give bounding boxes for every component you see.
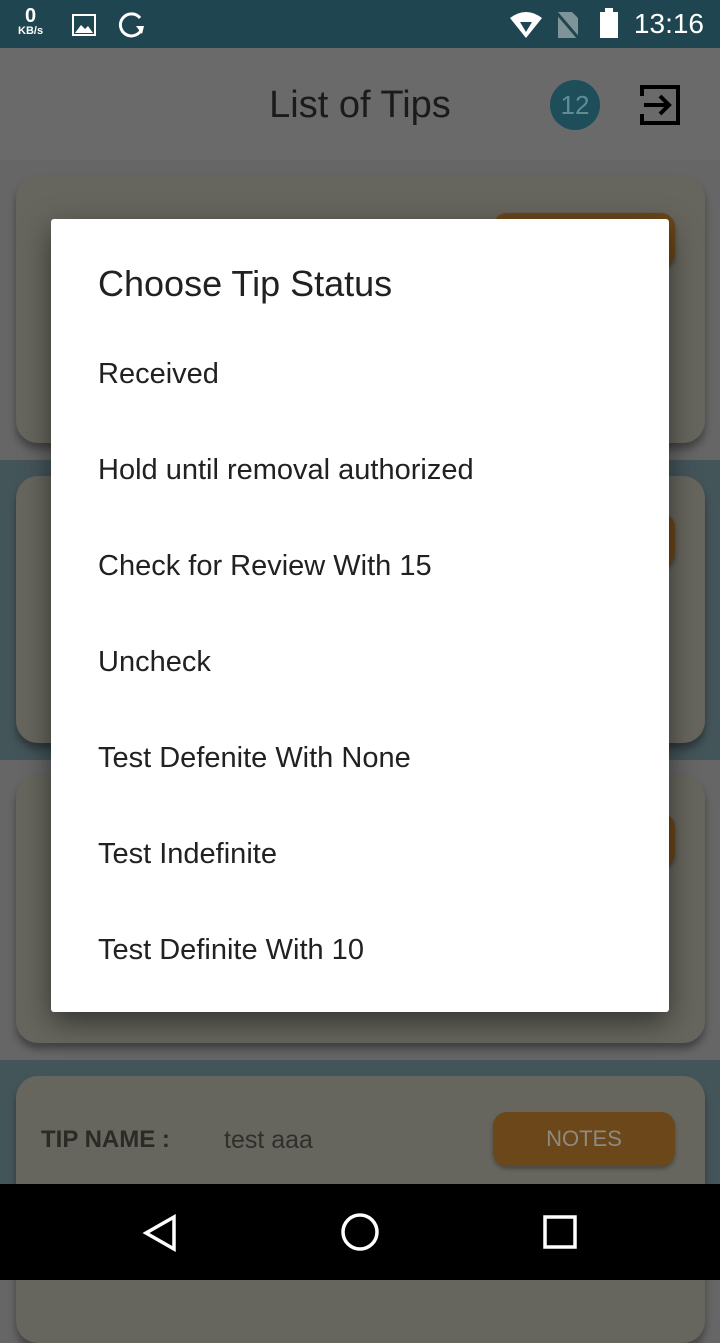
net-speed: 0 KB/s <box>18 6 43 37</box>
wifi-icon <box>510 12 542 38</box>
net-speed-value: 0 <box>24 5 37 27</box>
status-option[interactable]: Test Defenite With None <box>51 710 669 806</box>
status-option[interactable]: Hold until removal authorized <box>51 422 669 518</box>
tip-status-dialog: Choose Tip Status Received Hold until re… <box>51 219 669 1012</box>
clock: 13:16 <box>633 8 704 39</box>
tip-name-label: TIP NAME : <box>41 1126 170 1153</box>
notes-button[interactable]: NOTES <box>493 1112 675 1166</box>
tip-name-value: test aaa <box>224 1126 313 1154</box>
page-title: List of Tips <box>269 84 451 126</box>
home-icon[interactable] <box>340 1212 380 1252</box>
navigation-bar <box>0 1184 720 1280</box>
back-icon[interactable] <box>142 1214 178 1252</box>
status-option[interactable]: Test Indefinite <box>51 806 669 902</box>
image-icon <box>72 14 96 36</box>
status-option[interactable]: Check for Review With 15 <box>51 518 669 614</box>
status-option[interactable]: Uncheck <box>51 614 669 710</box>
sync-icon <box>118 12 144 38</box>
net-speed-unit: KB/s <box>18 25 44 37</box>
logout-icon[interactable] <box>638 84 682 126</box>
battery-icon <box>600 8 618 38</box>
recents-icon[interactable] <box>543 1215 577 1249</box>
no-sim-icon <box>556 11 582 40</box>
dialog-title: Choose Tip Status <box>98 263 393 304</box>
tip-count-badge: 12 <box>550 80 600 130</box>
status-option[interactable]: Received <box>51 326 669 422</box>
status-bar: 0 KB/s 13:16 <box>0 0 720 48</box>
status-option[interactable]: Test Definite With 10 <box>51 902 669 998</box>
